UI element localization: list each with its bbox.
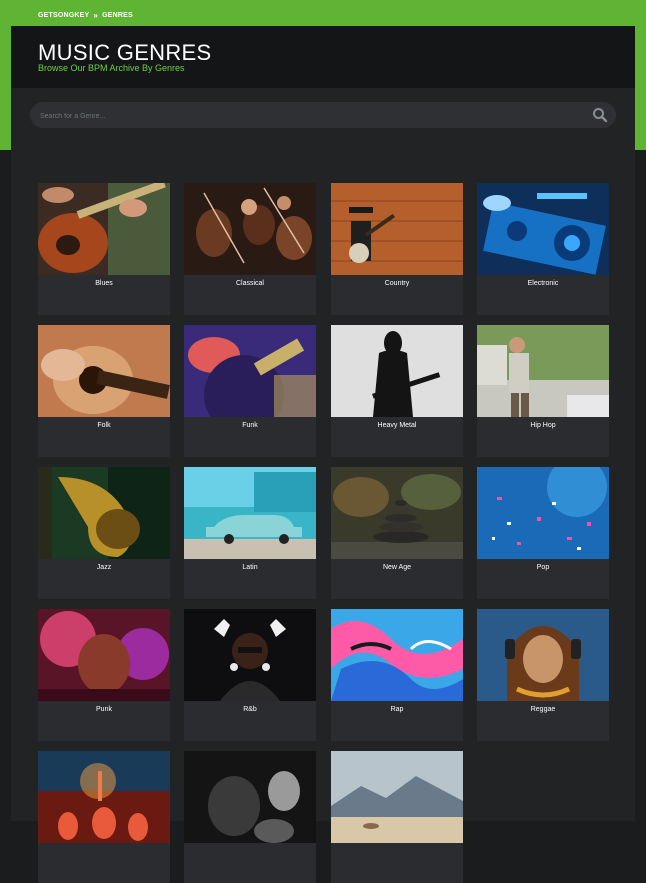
genre-image[interactable] (477, 183, 609, 275)
genre-image[interactable] (184, 325, 316, 417)
genre-card[interactable]: Classical (184, 183, 316, 315)
page-header: MUSIC GENRES Browse Our BPM Archive By G… (11, 26, 635, 88)
genre-label: Jazz (96, 564, 112, 571)
genre-card[interactable]: New Age (331, 467, 463, 599)
genre-label: Funk (242, 422, 258, 429)
genre-card[interactable]: Heavy Metal (331, 325, 463, 457)
genre-image[interactable] (331, 325, 463, 417)
genre-image[interactable] (184, 183, 316, 275)
breadcrumb: GETSONGKEY » GENRES (38, 11, 133, 20)
genre-label: Country (384, 280, 410, 287)
genre-image[interactable] (184, 467, 316, 559)
genre-label: R&b (243, 706, 257, 713)
genre-card[interactable]: Rap (331, 609, 463, 741)
genre-image[interactable] (38, 467, 170, 559)
genre-label: Folk (97, 422, 111, 429)
genre-card[interactable]: Country (331, 183, 463, 315)
breadcrumb-current: GENRES (102, 12, 133, 19)
genre-label: Rap (390, 706, 404, 713)
genre-image[interactable] (477, 467, 609, 559)
genre-label: Blues (95, 280, 113, 287)
genre-image[interactable] (184, 609, 316, 701)
genre-label: Reggae (530, 706, 556, 713)
genre-card[interactable] (184, 751, 316, 883)
genre-image[interactable] (331, 751, 463, 843)
genre-card[interactable]: Funk (184, 325, 316, 457)
genre-card[interactable] (331, 751, 463, 883)
search-bar (30, 102, 616, 130)
genre-card[interactable]: Latin (184, 467, 316, 599)
breadcrumb-separator: » (93, 11, 99, 20)
genre-image[interactable] (38, 751, 170, 843)
genre-image[interactable] (331, 609, 463, 701)
breadcrumb-home-link[interactable]: GETSONGKEY (38, 12, 89, 19)
genre-card[interactable]: Blues (38, 183, 170, 315)
genre-label: Classical (235, 280, 264, 287)
genre-card[interactable]: Pop (477, 467, 609, 599)
genre-image[interactable] (331, 467, 463, 559)
page-subtitle: Browse Our BPM Archive By Genres (38, 63, 185, 73)
genre-label: Punk (96, 706, 112, 713)
genre-image[interactable] (477, 325, 609, 417)
genre-card[interactable]: Hip Hop (477, 325, 609, 457)
genre-label: Latin (242, 564, 258, 571)
genre-label: Pop (536, 564, 550, 571)
search-input[interactable] (38, 102, 582, 130)
genre-label: Heavy Metal (377, 422, 417, 429)
genre-card[interactable]: Jazz (38, 467, 170, 599)
genre-label: Electronic (527, 280, 559, 287)
genre-label: New Age (382, 564, 412, 571)
genre-image[interactable] (184, 751, 316, 843)
genre-card[interactable]: R&b (184, 609, 316, 741)
genre-image[interactable] (38, 183, 170, 275)
genre-card[interactable] (38, 751, 170, 883)
genre-image[interactable] (477, 609, 609, 701)
genre-card[interactable]: Folk (38, 325, 170, 457)
search-icon[interactable] (592, 107, 608, 123)
genre-label: Hip Hop (530, 422, 556, 429)
genre-image[interactable] (38, 325, 170, 417)
genre-image[interactable] (38, 609, 170, 701)
genre-card[interactable]: Punk (38, 609, 170, 741)
genre-card[interactable]: Electronic (477, 183, 609, 315)
genre-card[interactable]: Reggae (477, 609, 609, 741)
genre-image[interactable] (331, 183, 463, 275)
